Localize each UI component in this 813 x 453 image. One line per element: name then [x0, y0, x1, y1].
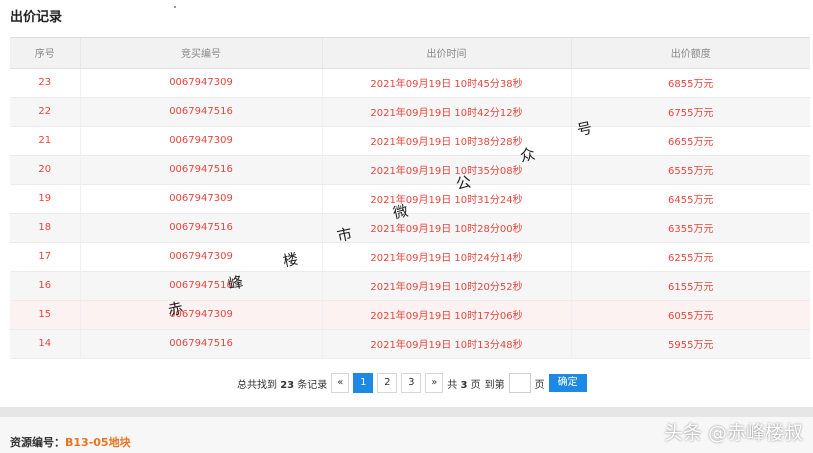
summary-prefix: 总共找到 [237, 379, 277, 391]
section-title: 出价记录 [10, 10, 63, 25]
cell-bid-time: 2021年09月19日 10时24分14秒 [322, 242, 572, 272]
goto-suffix: 页 [534, 379, 545, 391]
total-pages-prefix: 共 [447, 379, 458, 391]
total-pages-suffix: 页 [470, 379, 481, 391]
goto-prefix: 到第 [484, 379, 505, 391]
cell-seq: 18 [10, 213, 81, 243]
table-header-row: 序号 竞买编号 出价时间 出价额度 [10, 38, 810, 69]
cell-seq: 23 [10, 68, 81, 98]
cell-bidder-id: 0067947516 [80, 213, 323, 243]
cell-seq: 16 [10, 271, 81, 301]
column-header-bidder-id: 竞买编号 [80, 38, 323, 69]
next-page-button[interactable]: » [425, 373, 444, 393]
total-pages-text: 共 3 页 [447, 376, 480, 391]
cell-seq: 21 [10, 126, 81, 156]
cell-bidder-id: 0067947516 [80, 97, 323, 127]
cell-seq: 20 [10, 155, 81, 185]
cell-bidder-id: 0067947516 [80, 271, 323, 301]
cell-bid-amount: 6355万元 [571, 213, 810, 243]
cell-bid-time: 2021年09月19日 10时31分24秒 [322, 184, 572, 214]
table-row: 21 0067947309 2021年09月19日 10时38分28秒 6655万元 [10, 126, 810, 156]
cell-bidder-id: 0067947309 [80, 184, 323, 214]
cell-bid-time: 2021年09月19日 10时38分28秒 [322, 126, 572, 156]
cell-seq: 17 [10, 242, 81, 272]
table-row: 20 0067947516 2021年09月19日 10时35分08秒 6555万元 [10, 155, 810, 185]
cell-bidder-id: 0067947516 [80, 329, 323, 359]
cell-bid-amount: 6255万元 [571, 242, 810, 272]
cell-bid-time: 2021年09月19日 10时13分48秒 [322, 329, 572, 359]
prev-page-button[interactable]: « [331, 373, 350, 393]
column-header-bid-time: 出价时间 [322, 38, 572, 69]
section-divider [0, 407, 813, 417]
cell-bid-amount: 6755万元 [571, 97, 810, 127]
cell-bid-time: 2021年09月19日 10时20分52秒 [322, 271, 572, 301]
cell-bid-amount: 6055万元 [571, 300, 810, 330]
table-row: 23 0067947309 2021年09月19日 10时45分38秒 6855万元 [10, 68, 810, 98]
cell-bid-time: 2021年09月19日 10时28分00秒 [322, 213, 572, 243]
cell-bid-amount: 6555万元 [571, 155, 810, 185]
resource-value: B13-05地块 [65, 436, 131, 449]
cell-bid-time: 2021年09月19日 10时42分12秒 [322, 97, 572, 127]
cell-seq: 15 [10, 300, 81, 330]
table-row: 15 0067947309 2021年09月19日 10时17分06秒 6055万元 [10, 300, 810, 330]
cell-bidder-id: 0067947309 [80, 300, 323, 330]
bid-records-table: 序号 竞买编号 出价时间 出价额度 23 0067947309 2021年09月19… [10, 37, 810, 359]
total-records: 23 [280, 379, 295, 391]
cell-bid-time: 2021年09月19日 10时35分08秒 [322, 155, 572, 185]
cell-bid-time: 2021年09月19日 10时17分06秒 [322, 300, 572, 330]
cell-bid-time: 2021年09月19日 10时45分38秒 [322, 68, 572, 98]
pagination: 总共找到 23 条记录 « 1 2 3 » 共 3 页 到第 页 确定 [237, 373, 587, 393]
cell-seq: 19 [10, 184, 81, 214]
column-header-seq: 序号 [10, 38, 81, 69]
cell-bidder-id: 0067947309 [80, 126, 323, 156]
cell-bid-amount: 6655万元 [571, 126, 810, 156]
page-2-button[interactable]: 2 [377, 373, 398, 393]
page-3-button[interactable]: 3 [401, 373, 422, 393]
total-pages: 3 [460, 379, 468, 391]
cell-bid-amount: 6855万元 [571, 68, 810, 98]
confirm-button[interactable]: 确定 [548, 374, 587, 392]
table-row: 19 0067947309 2021年09月19日 10时31分24秒 6455万元 [10, 184, 810, 214]
resource-id: 资源编号：B13-05地块 [10, 434, 131, 450]
table-row: 17 0067947309 2021年09月19日 10时24分14秒 6255万元 [10, 242, 810, 272]
cell-bid-amount: 6155万元 [571, 271, 810, 301]
page-1-button[interactable]: 1 [353, 373, 374, 393]
table-row: 22 0067947516 2021年09月19日 10时42分12秒 6755万元 [10, 97, 810, 127]
cell-bidder-id: 0067947309 [80, 68, 323, 98]
summary-suffix: 条记录 [297, 379, 328, 391]
resource-label: 资源编号： [10, 436, 65, 449]
cell-seq: 22 [10, 97, 81, 127]
decorative-dot [174, 6, 176, 8]
cell-seq: 14 [10, 329, 81, 359]
table-row: 18 0067947516 2021年09月19日 10时28分00秒 6355万元 [10, 213, 810, 243]
pagination-summary: 总共找到 23 条记录 [237, 376, 327, 391]
corner-watermark: 头条 @赤峰楼叔 [663, 422, 803, 444]
cell-bidder-id: 0067947309 [80, 242, 323, 272]
cell-bidder-id: 0067947516 [80, 155, 323, 185]
goto-page-input[interactable] [508, 373, 531, 393]
cell-bid-amount: 5955万元 [571, 329, 810, 359]
column-header-bid-amount: 出价额度 [571, 38, 810, 69]
table-row: 14 0067947516 2021年09月19日 10时13分48秒 5955万元 [10, 329, 810, 359]
cell-bid-amount: 6455万元 [571, 184, 810, 214]
table-row: 16 0067947516 2021年09月19日 10时20分52秒 6155万元 [10, 271, 810, 301]
